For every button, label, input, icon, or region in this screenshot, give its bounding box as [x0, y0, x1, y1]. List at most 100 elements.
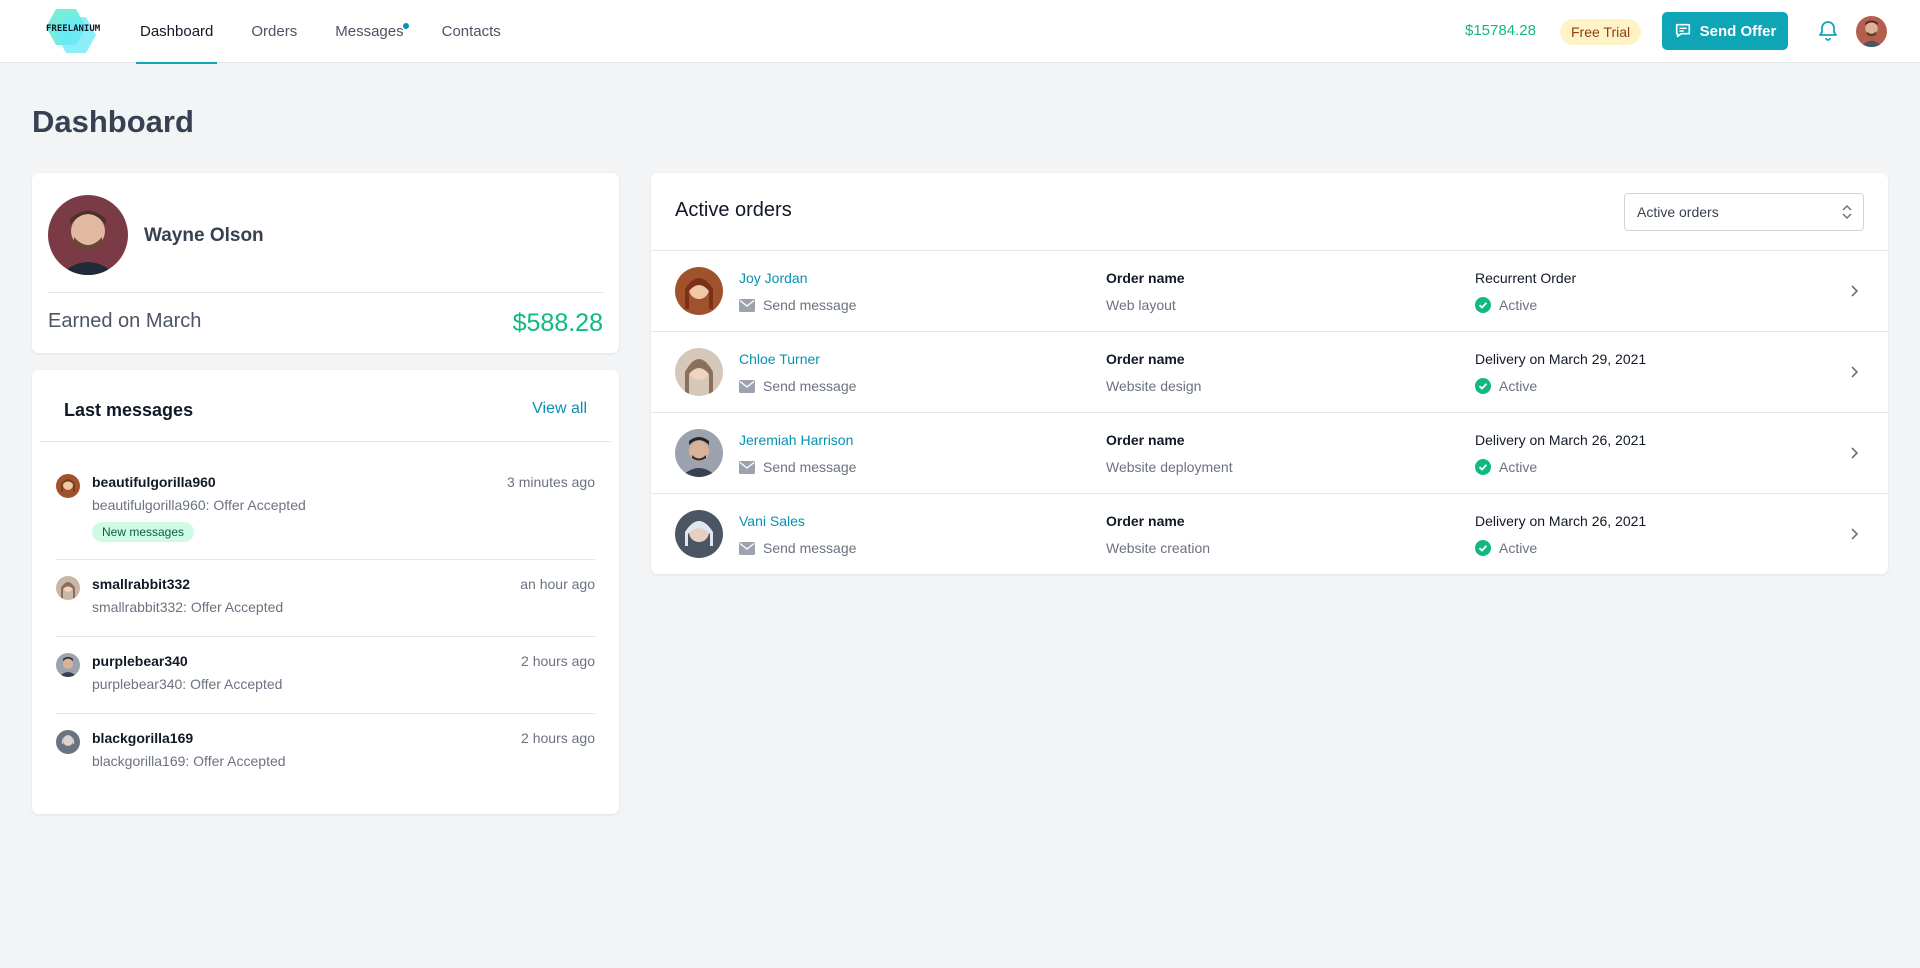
order-type: Delivery on March 26, 2021 [1475, 513, 1647, 529]
message-item[interactable]: smallrabbit332 an hour ago smallrabbit33… [56, 576, 595, 620]
last-messages-title: Last messages [64, 400, 194, 420]
order-status-label: Active [1499, 459, 1538, 475]
nav-orders-label: Orders [251, 23, 298, 40]
avatar-image [1856, 16, 1887, 47]
freelanium-logo[interactable]: FREELANIUM [42, 5, 110, 57]
user-avatar[interactable] [1856, 16, 1887, 47]
check-circle-icon [1475, 459, 1491, 475]
client-avatar [675, 348, 723, 396]
order-name-value: Website creation [1106, 540, 1211, 556]
client-name-link[interactable]: Jeremiah Harrison [739, 432, 853, 448]
message-preview: beautifulgorilla960: Offer Accepted [92, 497, 306, 513]
message-username: smallrabbit332 [92, 576, 191, 592]
order-name-value: Website deployment [1106, 459, 1233, 475]
avatar-image [675, 348, 723, 396]
order-type: Recurrent Order [1475, 270, 1577, 286]
new-messages-badge: New messages [92, 522, 195, 542]
avatar-image [675, 510, 723, 558]
send-message-link[interactable]: Send message [739, 378, 856, 394]
order-name-label: Order name [1106, 432, 1185, 448]
free-trial-badge[interactable]: Free Trial [1560, 19, 1642, 45]
client-avatar [675, 267, 723, 315]
envelope-icon [739, 298, 755, 312]
order-name-label: Order name [1106, 351, 1185, 367]
notifications-button[interactable] [1816, 19, 1840, 43]
check-circle-icon [1475, 540, 1491, 556]
message-avatar [56, 730, 80, 754]
send-message-link[interactable]: Send message [739, 459, 856, 475]
avatar-image [675, 267, 723, 315]
nav-dashboard[interactable]: Dashboard [136, 0, 218, 64]
order-status-label: Active [1499, 378, 1538, 394]
send-message-label: Send message [763, 378, 857, 394]
check-circle-icon [1475, 297, 1491, 313]
order-name-value: Web layout [1106, 297, 1176, 313]
envelope-icon [739, 379, 755, 393]
earned-value: $588.28 [512, 309, 603, 337]
message-item[interactable]: beautifulgorilla960 3 minutes ago beauti… [56, 474, 595, 546]
order-row[interactable]: Jeremiah Harrison Send message Order nam… [651, 413, 1888, 494]
client-avatar [675, 510, 723, 558]
earned-label: Earned on March [48, 310, 202, 332]
avatar-image [56, 730, 80, 754]
chat-icon [1675, 23, 1690, 38]
nav-contacts[interactable]: Contacts [438, 0, 505, 63]
message-avatar [56, 653, 80, 677]
order-row[interactable]: Chloe Turner Send message Order name Web… [651, 332, 1888, 413]
client-name-link[interactable]: Vani Sales [739, 513, 805, 529]
client-name-link[interactable]: Chloe Turner [739, 351, 820, 367]
order-row[interactable]: Vani Sales Send message Order name Websi… [651, 494, 1888, 575]
order-status-label: Active [1499, 297, 1538, 313]
chevron-right-icon [1851, 366, 1859, 378]
message-divider [56, 636, 595, 637]
message-time: 2 hours ago [521, 730, 595, 746]
nav-orders[interactable]: Orders [247, 0, 301, 63]
order-status: Active [1475, 378, 1537, 394]
avatar-image [675, 429, 723, 477]
nav-messages[interactable]: Messages [331, 0, 409, 63]
message-preview: smallrabbit332: Offer Accepted [92, 599, 284, 615]
nav-dashboard-label: Dashboard [140, 23, 214, 40]
send-message-label: Send message [763, 540, 857, 556]
view-all-link[interactable]: View all [532, 400, 587, 418]
active-orders-title: Active orders [675, 199, 792, 221]
client-name-link[interactable]: Joy Jordan [739, 270, 807, 286]
order-type: Delivery on March 29, 2021 [1475, 351, 1647, 367]
message-item[interactable]: purplebear340 2 hours ago purplebear340:… [56, 653, 595, 697]
avatar-image [56, 576, 80, 600]
envelope-icon [739, 460, 755, 474]
account-balance: $15784.28 [1465, 22, 1536, 39]
last-messages-card: Last messages View all beautifulgorilla9… [32, 370, 619, 814]
order-status-label: Active [1499, 540, 1538, 556]
order-name-label: Order name [1106, 513, 1185, 529]
page-title: Dashboard [32, 104, 194, 139]
profile-divider [48, 292, 603, 293]
send-message-label: Send message [763, 459, 857, 475]
order-name-value: Website design [1106, 378, 1202, 394]
order-status: Active [1475, 297, 1537, 313]
send-offer-label: Send Offer [1699, 22, 1777, 40]
message-time: an hour ago [520, 576, 595, 592]
avatar-image [56, 653, 80, 677]
message-username: beautifulgorilla960 [92, 474, 216, 490]
chevron-right-icon [1851, 285, 1859, 297]
order-row[interactable]: Joy Jordan Send message Order name Web l… [651, 251, 1888, 332]
order-type: Delivery on March 26, 2021 [1475, 432, 1647, 448]
send-message-label: Send message [763, 297, 857, 313]
message-preview: blackgorilla169: Offer Accepted [92, 753, 286, 769]
select-arrows-icon [1842, 204, 1852, 220]
chevron-right-icon [1851, 447, 1859, 459]
avatar-image [56, 474, 80, 498]
client-avatar [675, 429, 723, 477]
active-orders-card: Active orders Active orders Joy Jordan S… [651, 173, 1888, 574]
nav-contacts-label: Contacts [441, 23, 501, 40]
send-offer-button[interactable]: Send Offer [1662, 12, 1788, 50]
top-bar: FREELANIUM Dashboard Orders Messages Con… [0, 0, 1920, 64]
orders-filter-select[interactable]: Active orders [1624, 193, 1864, 231]
send-message-link[interactable]: Send message [739, 540, 856, 556]
message-item[interactable]: blackgorilla169 2 hours ago blackgorilla… [56, 730, 595, 774]
message-time: 2 hours ago [521, 653, 595, 669]
message-time: 3 minutes ago [507, 474, 595, 490]
send-message-link[interactable]: Send message [739, 297, 856, 313]
message-avatar [56, 474, 80, 498]
